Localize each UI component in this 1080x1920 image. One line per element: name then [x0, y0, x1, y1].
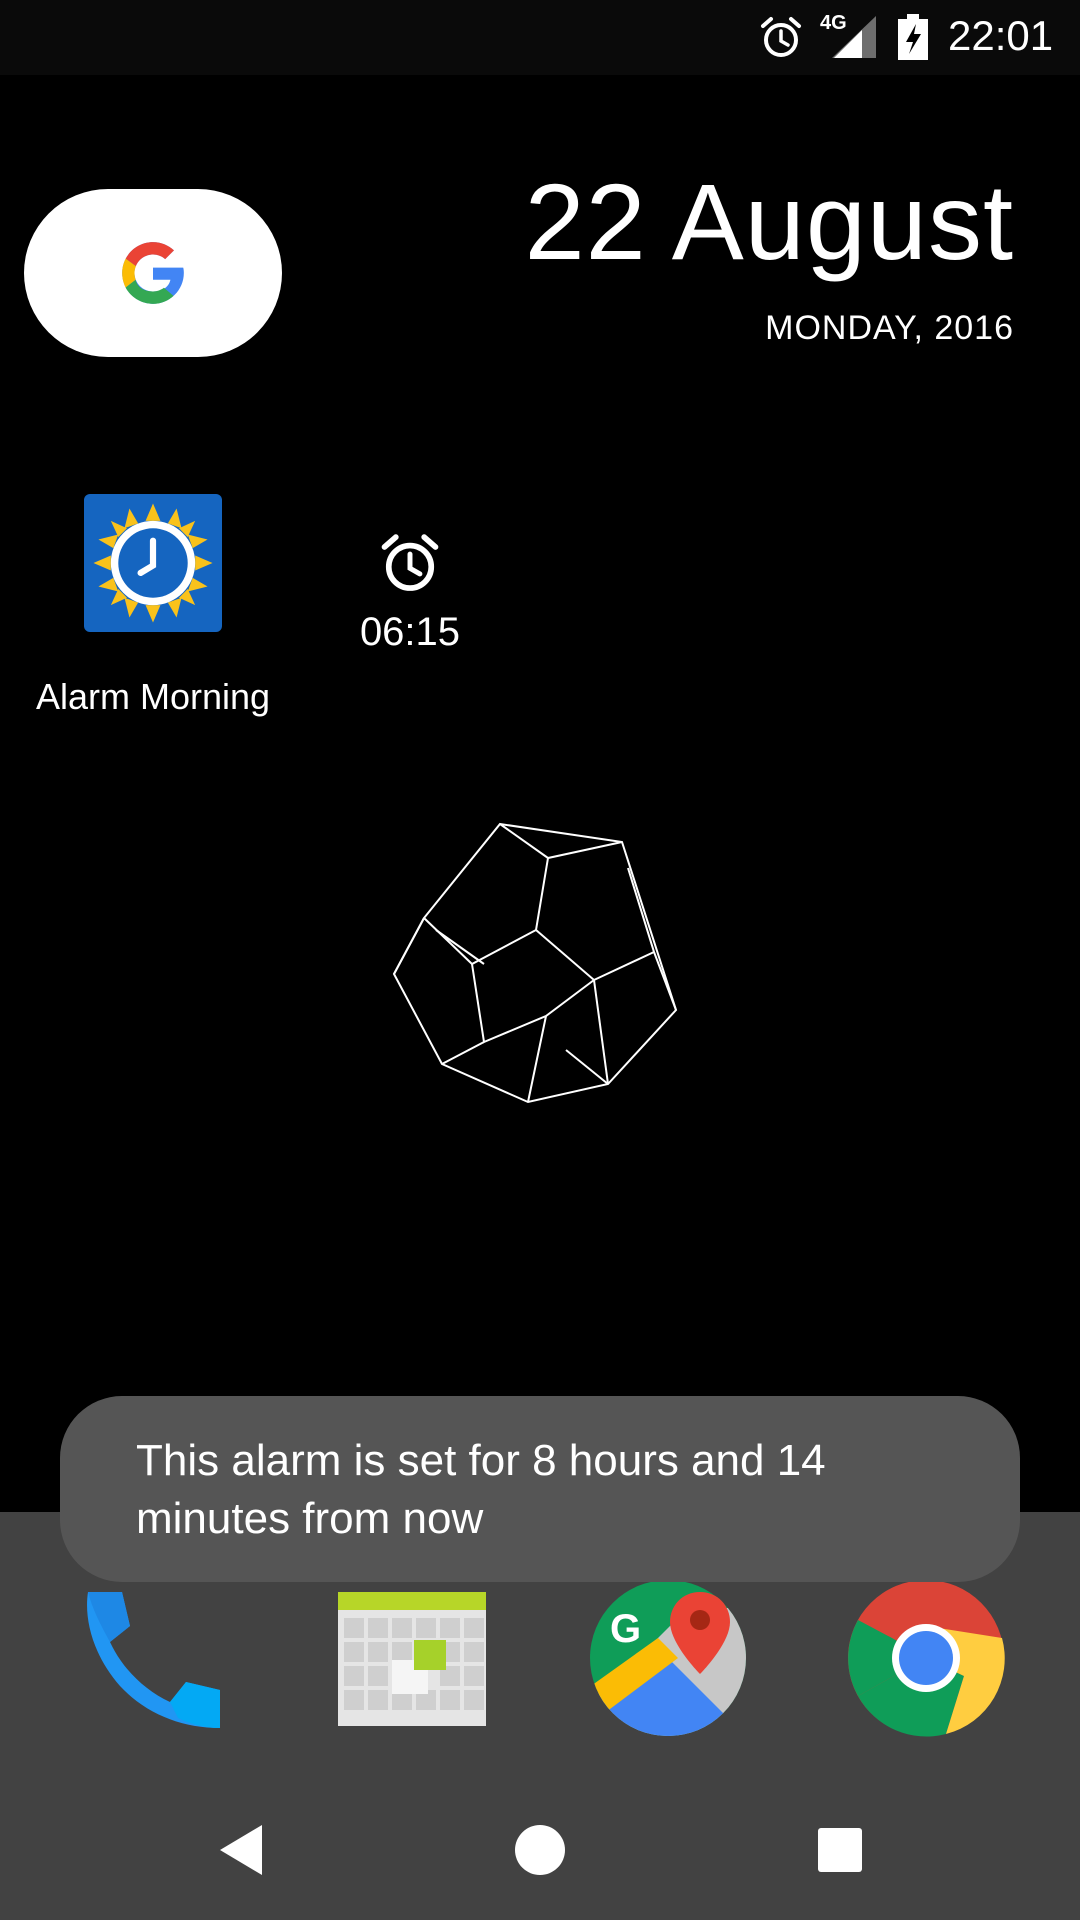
next-alarm-time: 06:15	[359, 610, 461, 654]
calendar-icon[interactable]	[332, 1578, 492, 1738]
app-alarm-morning[interactable]: Alarm Morning	[30, 494, 276, 718]
sun-clock-icon	[93, 503, 213, 623]
home-button[interactable]	[510, 1820, 570, 1880]
toast-message: This alarm is set for 8 hours and 14 min…	[136, 1436, 826, 1543]
google-search-button[interactable]	[24, 189, 282, 357]
alarm-status-icon	[761, 17, 801, 57]
google-g-icon	[122, 242, 184, 304]
alarm-toast: This alarm is set for 8 hours and 14 min…	[60, 1396, 1020, 1582]
status-bar: 4G 22:01	[0, 0, 1080, 75]
battery-charging-icon	[898, 14, 928, 60]
alarm-morning-app-icon	[84, 494, 222, 632]
chrome-icon[interactable]	[846, 1578, 1006, 1738]
svg-text:G: G	[610, 1607, 641, 1651]
signal-icon	[832, 16, 876, 58]
back-button[interactable]	[212, 1820, 272, 1880]
alarm-morning-label: Alarm Morning	[35, 676, 271, 717]
recents-button[interactable]	[810, 1820, 870, 1880]
date-widget-weekday[interactable]: MONDAY, 2016	[765, 309, 1014, 348]
home-screen: 4G 22:01 22 August MONDAY, 2016 Alarm Mo…	[0, 0, 1080, 1920]
alarm-clock-icon	[381, 534, 439, 591]
maps-icon[interactable]: G	[588, 1578, 748, 1738]
status-clock: 22:01	[948, 12, 1054, 59]
phone-icon[interactable]	[74, 1578, 234, 1738]
date-widget-date[interactable]: 22 August	[525, 168, 1014, 276]
next-alarm-widget[interactable]: 06:15	[350, 530, 470, 655]
dodecahedron-wallpaper	[392, 822, 678, 1104]
